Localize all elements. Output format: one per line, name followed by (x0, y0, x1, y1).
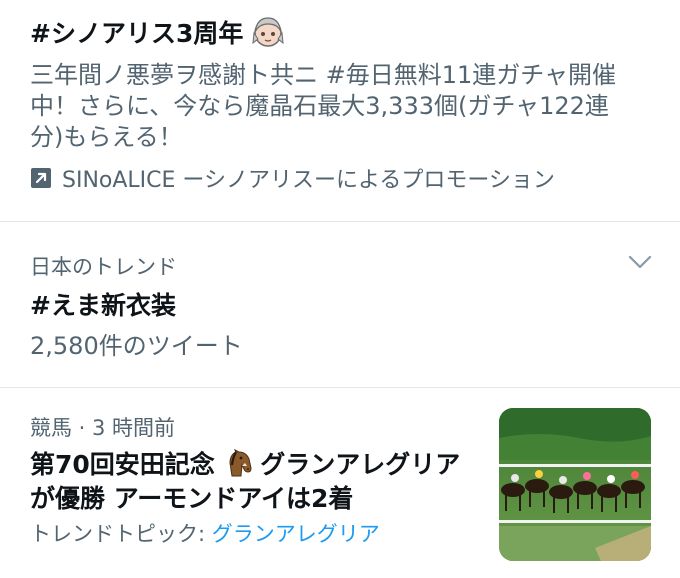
trend-context: 日本のトレンド (30, 255, 177, 279)
promo-body: 三年間ノ悪夢ヲ感謝ト共ニ #毎日無料11連ガチャ開催 中！さらに、今なら魔晶石最… (30, 60, 660, 153)
story-topic-link[interactable]: グランアレグリア (212, 522, 380, 546)
horse-race-thumbnail[interactable] (499, 408, 651, 561)
chevron-down-icon[interactable] (626, 252, 654, 272)
promoted-trend[interactable]: #シノアリス3周年 三年間ノ悪夢ヲ感謝ト共ニ #毎日無料11連ガチャ開催 中！さ… (0, 0, 680, 221)
promo-hashtag[interactable]: #シノアリス3周年 (30, 14, 243, 50)
story-meta: 競馬 · 3 時間前 (30, 416, 176, 440)
promo-title-row[interactable]: #シノアリス3周年 (30, 14, 285, 50)
story-topic-label: トレンドトピック: (30, 522, 212, 546)
story-headline-line2: が優勝 アーモンドアイは2着 (30, 484, 354, 513)
story-headline-part1: 第70回安田記念 (30, 450, 215, 479)
character-face-emoji (252, 17, 284, 47)
horse-face-emoji (229, 449, 252, 477)
promoted-arrow-icon (31, 168, 51, 188)
story-headline-part2: グランアレグリア (260, 450, 461, 479)
news-story[interactable]: 競馬 · 3 時間前 第70回安田記念 グランアレグリア が優勝 アーモンドアイ… (0, 388, 680, 578)
trend-item[interactable]: 日本のトレンド #えま新衣装 2,580件のツイート (0, 222, 680, 387)
promo-body-line: 三年間ノ悪夢ヲ感謝ト共ニ #毎日無料11連ガチャ開催 (30, 61, 617, 89)
race-thumbnail-image (499, 408, 651, 561)
trend-tweet-count: 2,580件のツイート (30, 332, 243, 360)
story-headline[interactable]: 第70回安田記念 グランアレグリア が優勝 アーモンドアイは2着 (30, 448, 475, 516)
promo-body-line: 中！さらに、今なら魔晶石最大3,333個(ガチャ122連 (30, 92, 609, 120)
trend-name[interactable]: #えま新衣装 (30, 286, 176, 322)
promoted-by: SINoALICE ーシノアリスーによるプロモーション (30, 162, 555, 194)
promoted-by-label: SINoALICE ーシノアリスーによるプロモーション (62, 168, 555, 193)
story-headline-line1: 第70回安田記念 グランアレグリア (30, 448, 475, 482)
promo-body-line: 分)もらえる！ (30, 123, 183, 151)
story-topic: トレンドトピック: グランアレグリア (30, 518, 380, 548)
